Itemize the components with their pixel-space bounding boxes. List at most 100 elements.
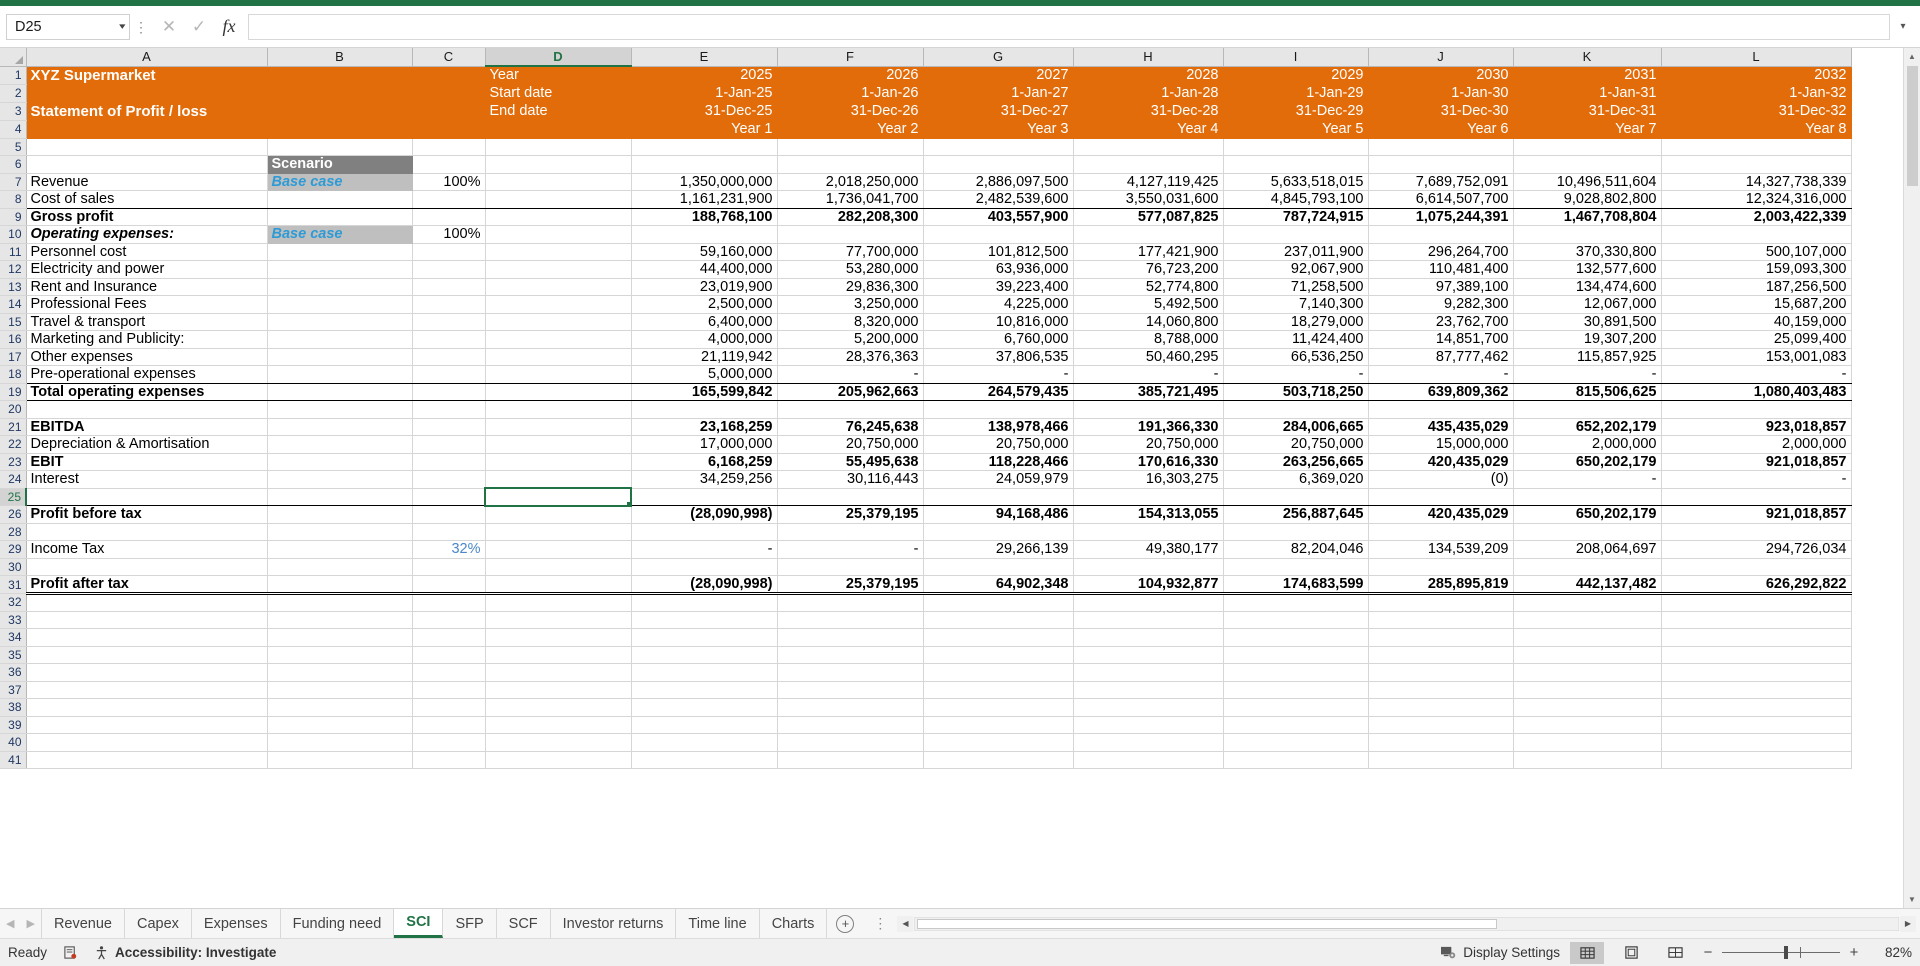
row-header-41[interactable]: 41	[0, 751, 27, 769]
value-r19-y7[interactable]: 815,506,625	[1513, 383, 1662, 401]
blank-cell[interactable]	[1223, 698, 1369, 717]
blank-cell[interactable]	[485, 138, 632, 156]
blank-cell[interactable]	[1513, 611, 1662, 629]
blank-cell[interactable]	[1513, 733, 1662, 752]
blank-cell[interactable]	[412, 383, 486, 401]
blank-cell[interactable]	[485, 278, 632, 296]
cancel-icon[interactable]: ✕	[154, 13, 184, 41]
blank-cell[interactable]	[412, 418, 486, 436]
scenario-value-10[interactable]: Base case	[267, 225, 413, 244]
sheet-tab-capex[interactable]: Capex	[124, 909, 192, 938]
value-r22-y6[interactable]: 15,000,000	[1368, 435, 1514, 454]
row-label-9[interactable]: Gross profit	[26, 208, 268, 226]
sheet-tab-sfp[interactable]: SFP	[443, 909, 497, 938]
banner-value-r3-c7[interactable]: 31-Dec-32	[1661, 102, 1852, 121]
row-header-34[interactable]: 34	[0, 628, 27, 647]
blank-cell[interactable]	[485, 628, 632, 647]
column-header-k[interactable]: K	[1513, 48, 1662, 67]
value-r8-y1[interactable]: 1,161,231,900	[631, 190, 778, 209]
vertical-scrollbar-track[interactable]	[1904, 187, 1920, 891]
value-r13-y3[interactable]: 39,223,400	[923, 278, 1074, 296]
banner-value-r3-c2[interactable]: 31-Dec-27	[923, 102, 1074, 121]
blank-cell[interactable]	[485, 593, 632, 612]
value-r10-y4[interactable]	[1073, 225, 1224, 244]
value-r29-y4[interactable]: 49,380,177	[1073, 540, 1224, 559]
blank-cell[interactable]	[412, 575, 486, 595]
row-header-3[interactable]: 3	[0, 102, 27, 121]
row-header-10[interactable]: 10	[0, 225, 27, 244]
blank-cell[interactable]	[1368, 733, 1514, 752]
value-r15-y1[interactable]: 6,400,000	[631, 313, 778, 331]
blank-cell[interactable]	[1661, 593, 1852, 612]
blank-cell[interactable]	[777, 628, 924, 647]
banner-cell-a[interactable]	[26, 84, 268, 103]
blank-cell[interactable]	[1223, 681, 1369, 699]
banner-value-r4-c3[interactable]: Year 4	[1073, 120, 1224, 139]
blank-cell[interactable]	[485, 716, 632, 734]
blank-cell[interactable]	[1513, 593, 1662, 612]
blank-cell[interactable]	[267, 558, 413, 576]
banner-value-r1-c1[interactable]: 2026	[777, 66, 924, 85]
value-r21-y1[interactable]: 23,168,259	[631, 418, 778, 436]
value-r24-y6[interactable]: (0)	[1368, 470, 1514, 489]
value-r11-y7[interactable]: 370,330,800	[1513, 243, 1662, 261]
value-r12-y3[interactable]: 63,936,000	[923, 260, 1074, 279]
value-r17-y5[interactable]: 66,536,250	[1223, 348, 1369, 366]
blank-cell[interactable]	[412, 400, 486, 419]
blank-cell[interactable]	[267, 505, 413, 524]
blank-cell[interactable]	[923, 628, 1074, 647]
value-r14-y3[interactable]: 4,225,000	[923, 295, 1074, 314]
value-r11-y5[interactable]: 237,011,900	[1223, 243, 1369, 261]
value-r14-y2[interactable]: 3,250,000	[777, 295, 924, 314]
blank-cell[interactable]	[1368, 523, 1514, 541]
blank-cell[interactable]	[1223, 751, 1369, 769]
blank-cell[interactable]	[485, 173, 632, 191]
value-r11-y1[interactable]: 59,160,000	[631, 243, 778, 261]
value-r10-y5[interactable]	[1223, 225, 1369, 244]
row-label-8[interactable]: Cost of sales	[26, 190, 268, 209]
zoom-level[interactable]: 82%	[1870, 945, 1912, 960]
scroll-up-icon[interactable]: ▲	[1904, 48, 1920, 65]
blank-cell[interactable]	[1073, 138, 1224, 156]
blank-cell[interactable]	[777, 681, 924, 699]
value-r12-y7[interactable]: 132,577,600	[1513, 260, 1662, 279]
value-r31-y3[interactable]: 64,902,348	[923, 575, 1074, 595]
value-r17-y4[interactable]: 50,460,295	[1073, 348, 1224, 366]
blank-cell[interactable]	[485, 558, 632, 576]
blank-cell[interactable]	[777, 155, 924, 174]
blank-cell[interactable]	[26, 593, 268, 612]
blank-cell[interactable]	[267, 470, 413, 489]
blank-cell[interactable]	[631, 733, 778, 752]
row-header-1[interactable]: 1	[0, 66, 27, 85]
value-r31-y4[interactable]: 104,932,877	[1073, 575, 1224, 595]
value-r12-y4[interactable]: 76,723,200	[1073, 260, 1224, 279]
row-label-24[interactable]: Interest	[26, 470, 268, 489]
blank-cell[interactable]	[631, 646, 778, 664]
row-label-21[interactable]: EBITDA	[26, 418, 268, 436]
value-r26-y4[interactable]: 154,313,055	[1073, 505, 1224, 524]
blank-cell[interactable]	[267, 435, 413, 454]
blank-cell[interactable]	[1513, 488, 1662, 506]
blank-cell[interactable]	[267, 138, 413, 156]
expand-formula-bar-icon[interactable]: ▾	[1892, 21, 1914, 32]
row-label-16[interactable]: Marketing and Publicity:	[26, 330, 268, 349]
blank-cell[interactable]	[412, 260, 486, 279]
sheet-tab-expenses[interactable]: Expenses	[191, 909, 281, 938]
banner-cell-a[interactable]	[26, 120, 268, 139]
blank-cell[interactable]	[267, 260, 413, 279]
value-r26-y6[interactable]: 420,435,029	[1368, 505, 1514, 524]
banner-value-r1-c5[interactable]: 2030	[1368, 66, 1514, 85]
blank-cell[interactable]	[412, 523, 486, 541]
sheet-tab-charts[interactable]: Charts	[759, 909, 828, 938]
row-header-13[interactable]: 13	[0, 278, 27, 296]
banner-value-r1-c3[interactable]: 2028	[1073, 66, 1224, 85]
row-header-22[interactable]: 22	[0, 435, 27, 454]
value-r19-y2[interactable]: 205,962,663	[777, 383, 924, 401]
vertical-scrollbar-thumb[interactable]	[1906, 66, 1918, 186]
row-label-29[interactable]: Income Tax	[26, 540, 268, 559]
value-r24-y8[interactable]: -	[1661, 470, 1852, 489]
formula-input[interactable]	[248, 13, 1890, 40]
row-header-40[interactable]: 40	[0, 733, 27, 752]
blank-cell[interactable]	[267, 208, 413, 226]
blank-cell[interactable]	[1513, 558, 1662, 576]
